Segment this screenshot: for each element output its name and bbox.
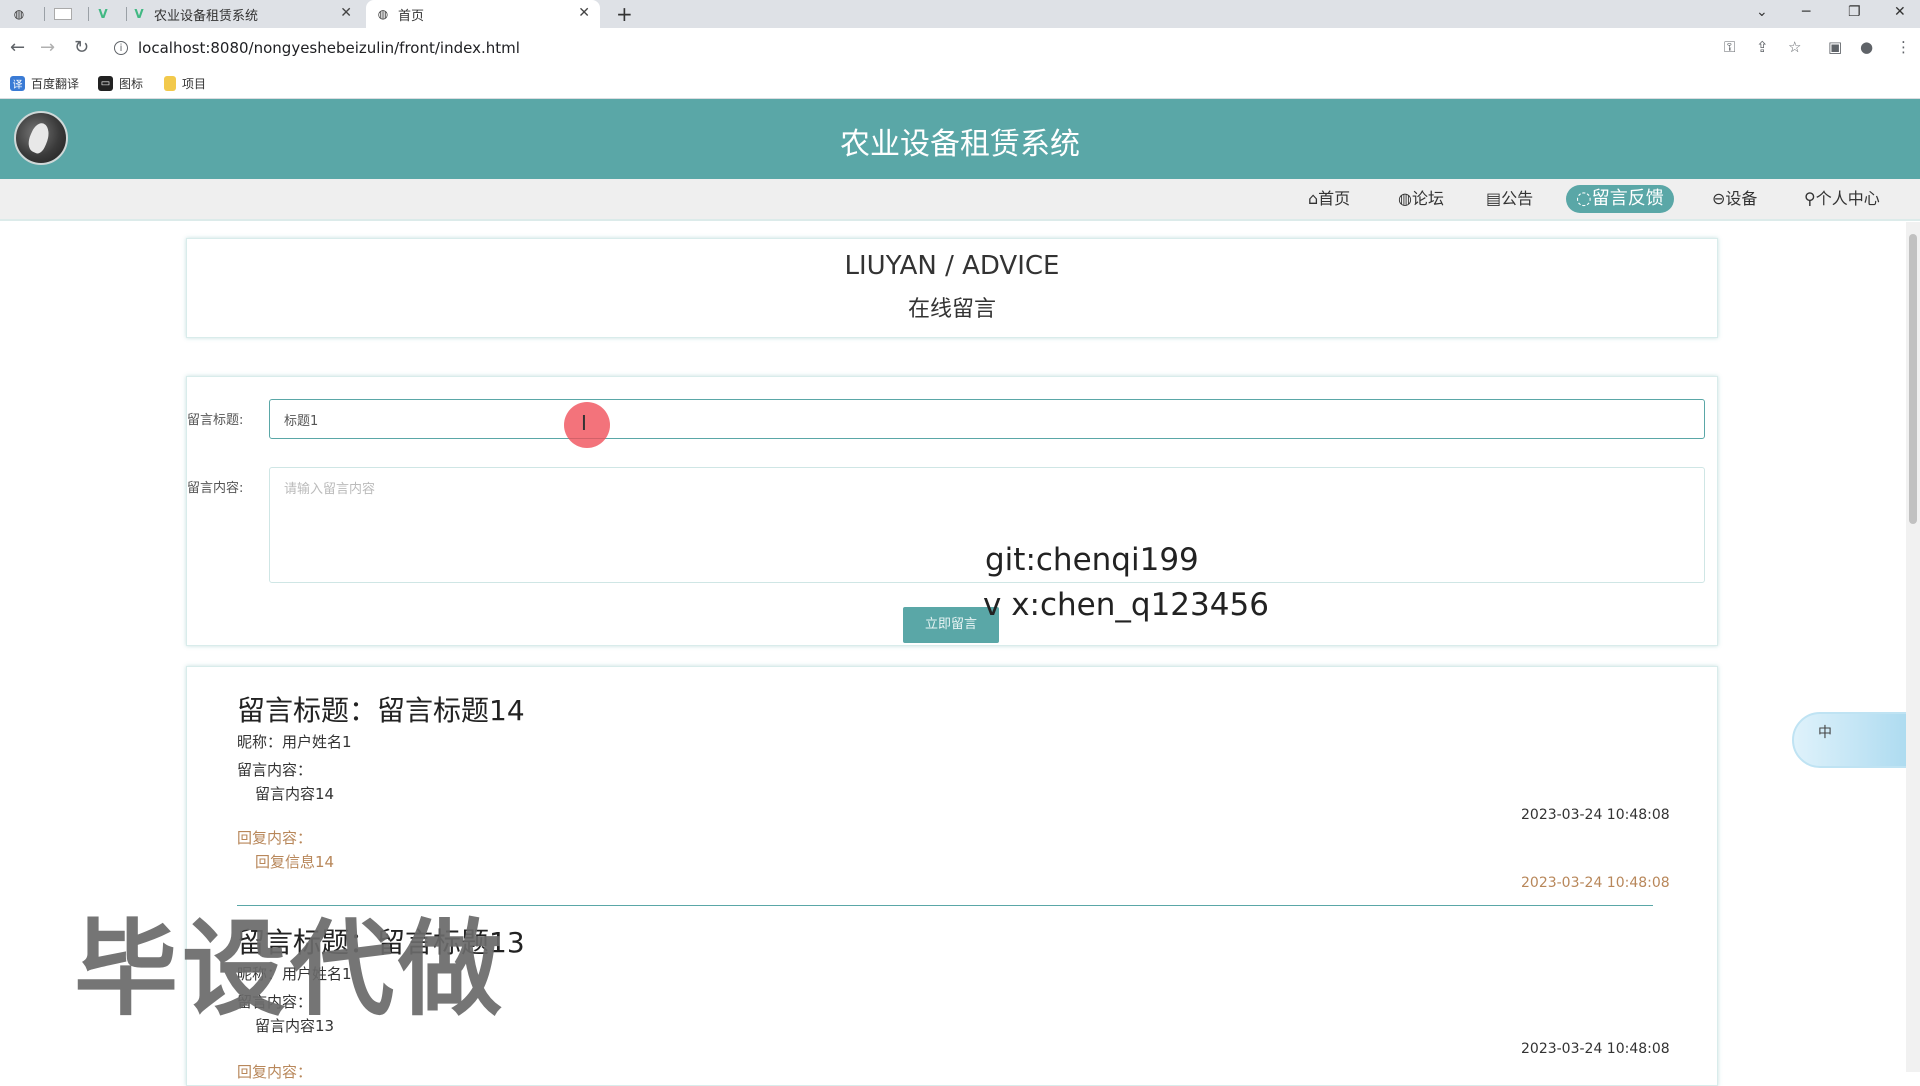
section-title-en: LIUYAN / ADVICE (844, 251, 1060, 281)
reply-label: 回复内容： (237, 829, 313, 847)
message-time: 2023-03-24 10:48:08 (1521, 807, 1670, 823)
blank-page-icon (54, 8, 72, 20)
watermark-overlay: 毕设代做 (74, 908, 507, 1030)
content-label: 留言内容: (187, 481, 244, 496)
bookmark-label: 图标 (119, 77, 144, 91)
image-icon: ▭ (98, 76, 113, 91)
reply-content: 回复信息14 (255, 853, 335, 871)
bookmarks-bar: 译 百度翻译 ▭ 图标 项目 (0, 68, 1920, 99)
tab-search-icon[interactable]: ⌄ (1756, 4, 1768, 20)
site-title: 农业设备租赁系统 (840, 127, 1080, 162)
vue-icon: V (134, 7, 144, 21)
globe-icon: ◍ (377, 7, 389, 21)
restore-icon[interactable]: ❐ (1848, 4, 1861, 20)
page-scrollbar[interactable] (1906, 222, 1920, 1072)
pinned-tab-3[interactable]: V (96, 0, 124, 28)
tab-separator (88, 7, 89, 21)
minimize-icon[interactable]: ─ (1802, 4, 1810, 20)
floating-widget[interactable]: 中 (1792, 712, 1920, 768)
site-info-icon[interactable]: i (114, 41, 128, 55)
tab-separator (44, 7, 45, 21)
section-header: LIUYAN / ADVICE 在线留言 (186, 238, 1718, 338)
pinned-tab-2[interactable] (54, 0, 82, 28)
title-label: 留言标题: (187, 413, 244, 428)
bookmark-folder[interactable]: 项目 (164, 75, 206, 92)
tab-separator (126, 7, 127, 21)
new-tab-button[interactable]: + (616, 0, 636, 28)
nav-notice[interactable]: ▤公告 (1476, 185, 1543, 213)
message-content: 留言内容14 (255, 785, 335, 803)
address-bar: ← → ↻ i localhost:8080/nongyeshebeizulin… (0, 28, 1920, 69)
bookmark-icons[interactable]: ▭ 图标 (98, 75, 143, 92)
globe-icon: ◍ (13, 7, 25, 21)
tab-title: 农业设备租赁系统 (154, 8, 259, 24)
url-field[interactable]: i localhost:8080/nongyeshebeizulin/front… (114, 38, 520, 58)
nav-profile[interactable]: ⚲个人中心 (1794, 185, 1890, 213)
menu-icon[interactable]: ⋮ (1896, 38, 1911, 56)
tab-title: 首页 (398, 8, 425, 24)
main-nav: ⌂首页 ◍论坛 ▤公告 ◌留言反馈 ⊖设备 ⚲个人中心 (0, 179, 1920, 221)
nav-feedback[interactable]: ◌留言反馈 (1566, 185, 1674, 213)
message-time: 2023-03-24 10:48:08 (1521, 1041, 1670, 1057)
watermark-git: git:chenqi199 (985, 542, 1199, 578)
browser-tab-bar: ◍ V V 农业设备租赁系统 ✕ ◍ 首页 ✕ + ⌄ ─ ❐ ✕ (0, 0, 1920, 28)
tab-home[interactable]: ◍ 首页 ✕ (366, 0, 600, 28)
star-icon[interactable]: ☆ (1788, 38, 1801, 56)
reply-time: 2023-03-24 10:48:08 (1521, 875, 1670, 891)
forward-icon[interactable]: → (40, 37, 55, 58)
pinned-tab-1[interactable]: ◍ (12, 0, 40, 28)
reload-icon[interactable]: ↻ (74, 37, 89, 58)
url-text: localhost:8080/nongyeshebeizulin/front/i… (138, 39, 520, 57)
profile-icon[interactable]: ● (1860, 38, 1873, 56)
bookmark-label: 百度翻译 (31, 77, 80, 91)
feedback-form: 留言标题: 标题1 留言内容: 请输入留言内容 git:chenqi199 立即… (186, 376, 1718, 646)
tab-system[interactable]: V 农业设备租赁系统 ✕ (132, 0, 362, 28)
text-cursor-icon: I (581, 411, 587, 435)
close-tab-icon[interactable]: ✕ (578, 5, 590, 21)
nav-home[interactable]: ⌂首页 (1298, 185, 1360, 213)
widget-label: 中 (1818, 725, 1832, 741)
back-icon[interactable]: ← (10, 37, 25, 58)
share-icon[interactable]: ⇪ (1756, 38, 1769, 56)
title-input[interactable]: 标题1 (269, 399, 1705, 439)
side-panel-icon[interactable]: ▣ (1828, 38, 1842, 56)
translate-icon: 译 (10, 76, 25, 91)
message-content-label: 留言内容： (237, 761, 313, 779)
close-window-icon[interactable]: ✕ (1894, 4, 1906, 20)
folder-icon (164, 76, 176, 91)
message-nickname: 昵称：用户姓名1 (237, 733, 352, 751)
cursor-highlight: I (564, 402, 610, 448)
bookmark-label: 项目 (182, 77, 207, 91)
close-tab-icon[interactable]: ✕ (340, 5, 352, 21)
scrollbar-thumb[interactable] (1909, 234, 1917, 524)
key-icon[interactable]: ⚿ (1724, 38, 1735, 56)
vue-icon: V (98, 7, 108, 21)
site-header: 农业设备租赁系统 (0, 99, 1920, 179)
nav-forum[interactable]: ◍论坛 (1388, 185, 1454, 213)
section-title-cn: 在线留言 (907, 297, 996, 322)
watermark-vx: v x:chen_q123456 (983, 587, 1269, 623)
nav-equipment[interactable]: ⊖设备 (1702, 185, 1767, 213)
bookmark-translate[interactable]: 译 百度翻译 (10, 75, 79, 92)
message-title: 留言标题：留言标题14 (237, 694, 525, 727)
